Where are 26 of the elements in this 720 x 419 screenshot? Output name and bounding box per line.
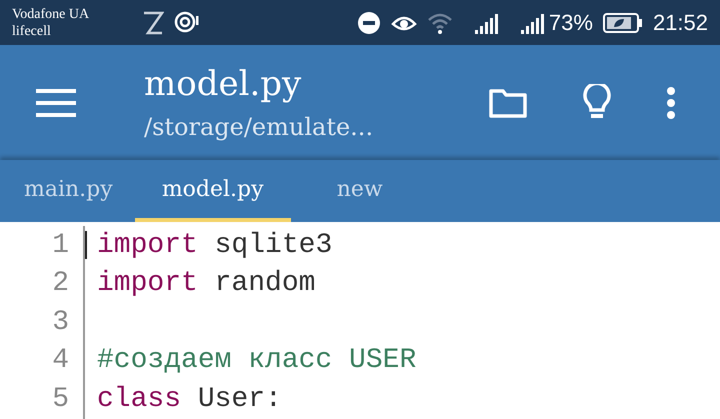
file-title: model.py — [144, 64, 302, 104]
file-tab[interactable]: new — [290, 160, 403, 222]
wifi-icon — [426, 12, 453, 34]
signal-icon — [520, 12, 547, 34]
code-line: import sqlite3 — [97, 230, 332, 261]
line-number: 4 — [0, 342, 85, 380]
code-line: #создаем класс USER — [97, 345, 416, 376]
file-path: /storage/emulate... — [144, 112, 374, 142]
signal-icon — [474, 12, 501, 34]
carrier-name: lifecell — [12, 22, 52, 40]
line-number: 2 — [0, 264, 85, 303]
more-options-icon[interactable] — [666, 86, 676, 120]
do-not-disturb-icon — [356, 10, 381, 34]
file-tab[interactable]: model.py — [134, 160, 291, 222]
line-number: 5 — [0, 380, 85, 418]
code-line: import random — [97, 268, 316, 300]
battery-percentage: 73% — [548, 10, 593, 36]
folder-icon[interactable] — [488, 86, 528, 118]
carrier-name: Vodafone UA — [12, 6, 90, 22]
text-cursor — [85, 231, 87, 260]
line-number: 3 — [0, 303, 85, 342]
clock-time: 21:52 — [652, 10, 708, 36]
code-line: class User: — [97, 384, 282, 415]
battery-icon — [602, 12, 643, 34]
file-tab[interactable]: main.py — [0, 160, 135, 222]
menu-icon[interactable] — [36, 88, 76, 118]
